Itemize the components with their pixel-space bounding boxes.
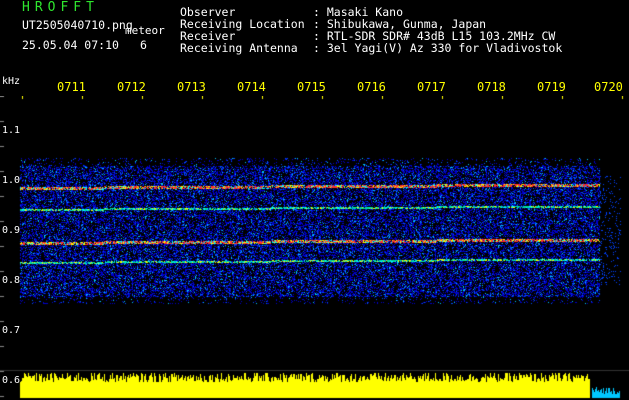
y-tick: 0.8: [2, 275, 21, 286]
time-tick: 0720: [594, 80, 623, 94]
spectrogram: [0, 96, 629, 400]
header-panel: HROFFT UT2505040710.png meteor 25.05.04 …: [0, 0, 629, 72]
time-tick: 0713: [177, 80, 206, 94]
y-tick: 0.7: [2, 325, 21, 336]
file-name: UT2505040710.png: [22, 18, 133, 32]
meteor-count: 6: [140, 38, 147, 52]
time-tick: 0711: [57, 80, 86, 94]
time-tick: 0718: [477, 80, 506, 94]
time-tick: 0714: [237, 80, 266, 94]
antenna-value: : 3el Yagi(V) Az 330 for Vladivostok: [313, 41, 563, 55]
y-tick: 1.1: [2, 125, 21, 136]
time-tick: 0717: [417, 80, 446, 94]
meteor-label: meteor: [125, 24, 165, 37]
time-tick: 0715: [297, 80, 326, 94]
time-axis: 0711 0712 0713 0714 0715 0716 0717 0718 …: [0, 78, 629, 94]
time-tick: 0716: [357, 80, 386, 94]
y-tick: 0.6: [2, 375, 21, 386]
antenna-label: Receiving Antenna: [180, 41, 298, 55]
date-time: 25.05.04 07:10: [22, 38, 119, 52]
time-tick: 0712: [117, 80, 146, 94]
app-brand: HROFFT: [22, 0, 99, 15]
time-tick: 0719: [537, 80, 566, 94]
y-tick: 0.9: [2, 225, 21, 236]
y-tick: 1.0: [2, 175, 21, 186]
